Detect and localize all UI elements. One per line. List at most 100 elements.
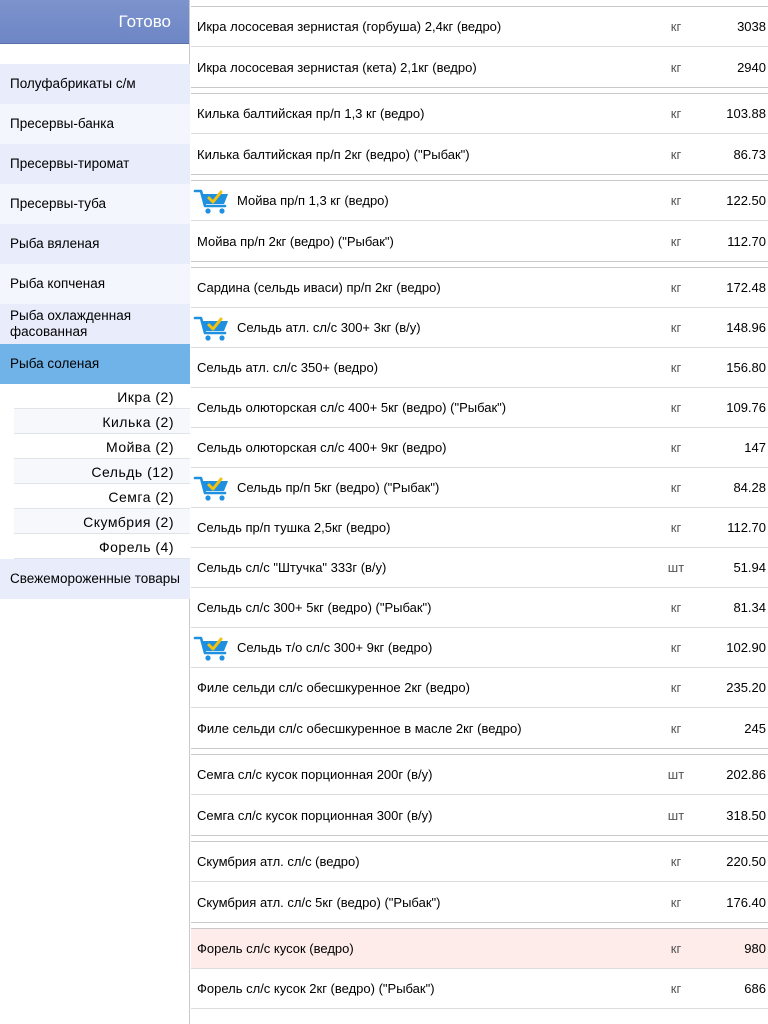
product-unit: кг xyxy=(670,941,682,956)
product-price: 980 xyxy=(744,941,766,956)
shopping-cart-check-icon xyxy=(193,316,228,341)
sidebar-category-item[interactable]: Рыба вяленая xyxy=(0,224,190,264)
product-list: Икра лососевая зернистая (горбуша) 2,4кг… xyxy=(191,0,768,1024)
sidebar-category-item[interactable]: Рыба копченая xyxy=(0,264,190,304)
product-row[interactable]: Сельдь олюторская сл/с 400+ 9кг (ведро) к… xyxy=(191,428,768,468)
product-row[interactable]: Форель сл/с кусок 2кг (ведро) ("Рыбак") к… xyxy=(191,969,768,1009)
product-row[interactable]: Сельдь атл. сл/с 350+ (ведро) кг 156.80 xyxy=(191,348,768,388)
product-name: Килька балтийская пр/п 2кг (ведро) ("Рыб… xyxy=(197,146,470,162)
product-price: 147 xyxy=(744,440,766,455)
sidebar-subcategory-item[interactable]: Скумбрия (2) xyxy=(14,509,190,534)
sidebar-category-item[interactable]: Рыба охлажденная фасованная xyxy=(0,304,190,344)
product-price: 86.73 xyxy=(733,146,766,162)
sidebar-category-item[interactable]: Пресервы-туба xyxy=(0,184,190,224)
product-row[interactable]: Семга сл/с кусок порционная 200г (в/у) шт… xyxy=(191,755,768,795)
product-name: Скумбрия атл. сл/с (ведро) xyxy=(197,854,360,869)
product-price: 103.88 xyxy=(726,106,766,121)
category-list: Полуфабрикаты с/м Пресервы-банка Пресервы-… xyxy=(0,64,190,599)
sidebar-category-item[interactable]: Свежемороженные товары xyxy=(0,559,190,599)
product-unit: кг xyxy=(670,680,682,695)
product-row[interactable]: Сельдь пр/п тушка 2,5кг (ведро) кг 112.70 xyxy=(191,508,768,548)
product-price: 109.76 xyxy=(726,400,766,415)
product-price: 686 xyxy=(744,981,766,996)
product-name: Килька балтийская пр/п 1,3 кг (ведро) xyxy=(197,106,425,121)
product-unit: шт xyxy=(667,560,685,575)
product-row[interactable]: Килька балтийская пр/п 2кг (ведро) ("Рыб… xyxy=(191,134,768,174)
shopping-cart-check-icon[interactable] xyxy=(193,186,231,216)
product-name: Сельдь т/о сл/с 300+ 9кг (ведро) xyxy=(237,640,433,655)
product-row[interactable]: Форель сл/с кусок (ведро) кг 980 xyxy=(191,929,768,969)
product-price: 235.20 xyxy=(726,680,766,695)
product-price: 3038 xyxy=(737,19,766,34)
done-button[interactable]: Готово xyxy=(0,0,189,44)
sidebar-subcategory-item[interactable]: Мойва (2) xyxy=(14,434,190,459)
product-group: Икра лососевая зернистая (горбуша) 2,4кг… xyxy=(191,6,768,88)
product-unit: кг xyxy=(670,440,682,455)
product-price: 112.70 xyxy=(727,233,766,249)
product-row[interactable]: Мойва пр/п 1,3 кг (ведро) кг 122.50 xyxy=(191,181,768,221)
sidebar-category-item[interactable]: Рыба соленая xyxy=(0,344,190,384)
product-row[interactable]: Сардина (сельдь иваси) пр/п 2кг (ведро) к… xyxy=(191,268,768,308)
product-unit: кг xyxy=(670,320,682,335)
product-group: Форель сл/с кусок (ведро) кг 980 Форель сл/… xyxy=(191,928,768,1024)
product-name: Филе сельди сл/с обесшкуренное в масле 2… xyxy=(197,720,522,736)
product-row[interactable]: Икра лососевая зернистая (горбуша) 2,4кг… xyxy=(191,7,768,47)
product-row[interactable]: Сельдь олюторская сл/с 400+ 5кг (ведро) … xyxy=(191,388,768,428)
product-price: 318.50 xyxy=(726,807,766,823)
product-row[interactable]: Килька балтийская пр/п 1,3 кг (ведро) кг 1… xyxy=(191,94,768,134)
sidebar-category-item[interactable]: Полуфабрикаты с/м xyxy=(0,64,190,104)
product-name: Сельдь олюторская сл/с 400+ 5кг (ведро) … xyxy=(197,400,507,415)
sidebar-subcategory-item[interactable]: Килька (2) xyxy=(14,409,190,434)
shopping-cart-check-icon[interactable] xyxy=(193,633,231,663)
product-unit: кг xyxy=(670,360,682,375)
product-row[interactable]: Скумбрия атл. сл/с (ведро) кг 220.50 xyxy=(191,842,768,882)
product-price: 81.34 xyxy=(733,600,766,615)
product-name: Семга сл/с кусок порционная 300г (в/у) xyxy=(197,807,433,823)
product-row[interactable]: Форель сл/с кусок порционная 200г (в/у)ш… xyxy=(191,1009,768,1024)
product-unit: кг xyxy=(670,233,682,249)
shopping-cart-check-icon xyxy=(193,636,228,661)
product-row[interactable]: Сельдь т/о сл/с 300+ 9кг (ведро) кг 102.90 xyxy=(191,628,768,668)
product-name: Сельдь пр/п 5кг (ведро) ("Рыбак") xyxy=(237,480,440,495)
product-row[interactable]: Семга сл/с кусок порционная 300г (в/у) шт… xyxy=(191,795,768,835)
product-unit: шт xyxy=(667,807,685,823)
product-name: Сельдь олюторская сл/с 400+ 9кг (ведро) xyxy=(197,440,447,455)
category-sidebar: Готово Полуфабрикаты с/м Пресервы-банка Пр… xyxy=(0,0,190,1024)
product-name: Скумбрия атл. сл/с 5кг (ведро) ("Рыбак") xyxy=(197,894,441,910)
sidebar-subcategory-item[interactable]: Семга (2) xyxy=(14,484,190,509)
sidebar-subcategory-item[interactable]: Сельдь (12) xyxy=(14,459,190,484)
product-unit: кг xyxy=(670,894,682,910)
product-group: Килька балтийская пр/п 1,3 кг (ведро) кг 1… xyxy=(191,93,768,175)
product-price: 220.50 xyxy=(726,854,766,869)
sidebar-subcategory-item[interactable]: Форель (4) xyxy=(14,534,190,559)
sidebar-subcategory-item[interactable]: Икра (2) xyxy=(14,384,190,409)
product-name: Сельдь сл/с "Штучка" 333г (в/у) xyxy=(197,560,387,575)
product-row[interactable]: Филе сельди сл/с обесшкуренное 2кг (ведр… xyxy=(191,668,768,708)
product-price: 245 xyxy=(744,720,766,736)
product-unit: кг xyxy=(670,59,682,75)
shopping-cart-check-icon xyxy=(193,476,228,501)
product-price: 2940 xyxy=(737,59,766,75)
product-name: Сардина (сельдь иваси) пр/п 2кг (ведро) xyxy=(197,280,441,295)
shopping-cart-check-icon[interactable] xyxy=(193,313,231,343)
product-row[interactable]: Сельдь пр/п 5кг (ведро) ("Рыбак") кг 84.28 xyxy=(191,468,768,508)
sidebar-category-item[interactable]: Пресервы-банка xyxy=(0,104,190,144)
product-row[interactable]: Сельдь сл/с 300+ 5кг (ведро) ("Рыбак") кг… xyxy=(191,588,768,628)
product-unit: кг xyxy=(670,520,682,535)
product-row[interactable]: Икра лососевая зернистая (кета) 2,1кг (в… xyxy=(191,47,768,87)
product-unit: кг xyxy=(670,106,682,121)
product-unit: кг xyxy=(670,854,682,869)
product-row[interactable]: Мойва пр/п 2кг (ведро) ("Рыбак") кг 112.70 xyxy=(191,221,768,261)
product-group: Скумбрия атл. сл/с (ведро) кг 220.50 Скумбр… xyxy=(191,841,768,923)
product-row[interactable]: Филе сельди сл/с обесшкуренное в масле 2… xyxy=(191,708,768,748)
product-row[interactable]: Сельдь атл. сл/с 300+ 3кг (в/у) кг 148.96 xyxy=(191,308,768,348)
product-row[interactable]: Сельдь сл/с "Штучка" 333г (в/у) шт 51.94 xyxy=(191,548,768,588)
product-name: Икра лососевая зернистая (кета) 2,1кг (в… xyxy=(197,59,477,75)
subcategory-list: Икра (2) Килька (2) Мойва (2) Сельдь (12) Се… xyxy=(0,384,190,559)
product-price: 202.86 xyxy=(726,767,766,782)
sidebar-category-item[interactable]: Пресервы-тиромат xyxy=(0,144,190,184)
product-row[interactable]: Скумбрия атл. сл/с 5кг (ведро) ("Рыбак")… xyxy=(191,882,768,922)
shopping-cart-check-icon[interactable] xyxy=(193,473,231,503)
product-unit: кг xyxy=(670,280,682,295)
product-unit: кг xyxy=(670,19,682,34)
